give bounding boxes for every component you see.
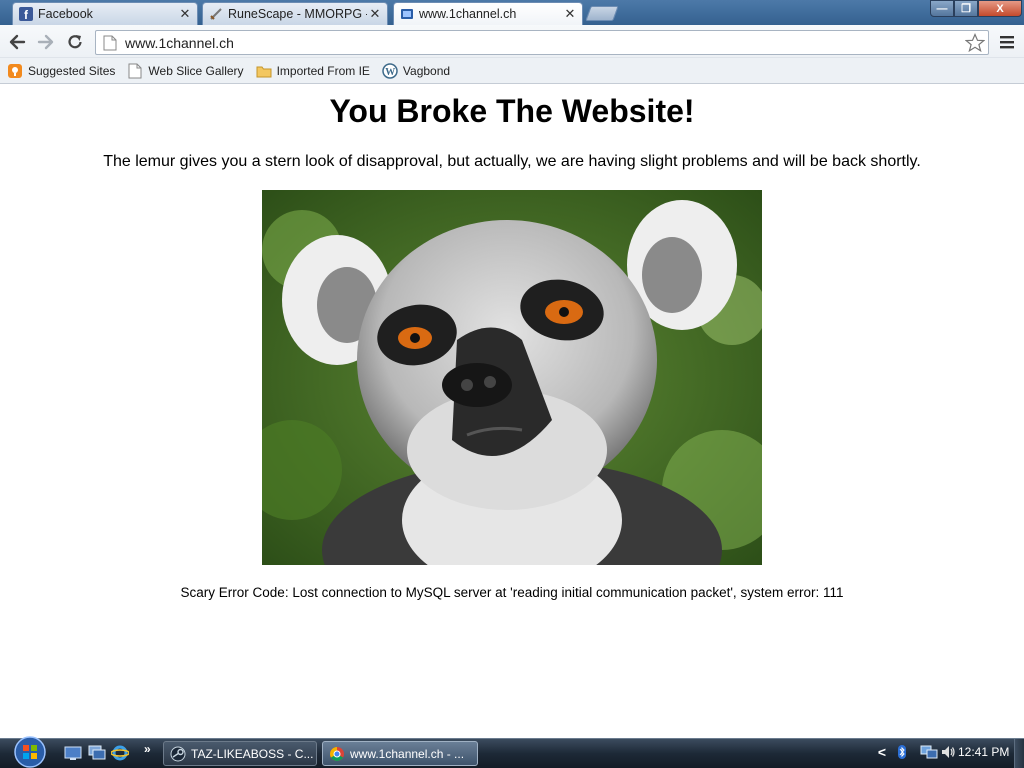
bookmark-imported-from-ie[interactable]: Imported From IE — [256, 63, 370, 79]
taskbar-item-label: www.1channel.ch - ... — [350, 746, 465, 761]
reload-button[interactable] — [65, 32, 85, 52]
maximize-button[interactable]: ❐ — [954, 0, 978, 17]
forward-arrow-icon — [37, 34, 54, 50]
bookmark-star-icon[interactable] — [964, 32, 986, 54]
page-subtitle: The lemur gives you a stern look of disa… — [103, 153, 921, 170]
tab-close-icon[interactable]: ✕ — [367, 6, 383, 22]
system-clock[interactable]: 12:41 PM — [958, 745, 1009, 759]
tray-expand-chevron-icon[interactable]: < — [876, 744, 888, 760]
volume-icon[interactable] — [940, 744, 956, 760]
address-text[interactable]: www.1channel.ch — [125, 35, 964, 51]
address-bar[interactable]: www.1channel.ch — [95, 30, 989, 55]
lemur-image — [262, 190, 762, 565]
wordpress-icon: W — [382, 62, 398, 79]
close-window-button[interactable]: X — [978, 0, 1022, 17]
network-icon[interactable] — [920, 744, 938, 760]
svg-text:W: W — [385, 67, 395, 78]
facebook-icon: f — [19, 7, 33, 21]
tab-close-icon[interactable]: ✕ — [177, 6, 193, 22]
menu-icon — [1000, 36, 1014, 49]
minimize-button[interactable]: — — [930, 0, 954, 17]
bookmark-vagbond[interactable]: W Vagbond — [382, 62, 451, 79]
sword-icon — [209, 7, 223, 21]
show-desktop-quicklaunch-icon[interactable] — [64, 745, 82, 761]
steam-icon — [170, 746, 186, 762]
back-arrow-icon — [9, 34, 26, 50]
tab-runescape[interactable]: RuneScape - MMORPG - T ✕ — [202, 2, 388, 25]
bluetooth-icon[interactable] — [896, 744, 908, 760]
taskbar-item-chrome[interactable]: www.1channel.ch - ... — [322, 741, 478, 766]
taskbar-item-steam[interactable]: TAZ-LIKEABOSS - C... — [163, 741, 317, 766]
tab-1channel[interactable]: www.1channel.ch ✕ — [393, 2, 583, 25]
taskbar — [0, 738, 1024, 768]
start-button[interactable] — [10, 735, 50, 768]
bookmarks-bar: Suggested Sites Web Slice Gallery Import… — [0, 58, 1024, 84]
page-title: You Broke The Website! — [329, 93, 695, 129]
folder-icon — [256, 63, 272, 79]
switch-windows-quicklaunch-icon[interactable] — [88, 745, 106, 761]
forward-button[interactable] — [36, 32, 56, 52]
suggested-sites-icon — [7, 63, 23, 79]
back-button[interactable] — [7, 32, 27, 52]
quicklaunch-more-chevron-icon[interactable]: » — [144, 742, 151, 756]
taskbar-item-label: TAZ-LIKEABOSS - C... — [191, 746, 314, 761]
chrome-icon — [329, 746, 345, 762]
bookmark-web-slice-gallery[interactable]: Web Slice Gallery — [127, 63, 244, 79]
internet-explorer-icon[interactable] — [110, 745, 130, 761]
bookmark-label: Suggested Sites — [28, 63, 116, 78]
tab-title: RuneScape - MMORPG - T — [228, 7, 367, 21]
error-code-text: Scary Error Code: Lost connection to MyS… — [180, 585, 844, 600]
bookmark-label: Vagbond — [402, 63, 451, 78]
bookmark-suggested-sites[interactable]: Suggested Sites — [7, 63, 115, 79]
show-desktop-button[interactable] — [1014, 739, 1024, 768]
bookmark-label: Imported From IE — [276, 63, 370, 78]
page-content: You Broke The Website! The lemur gives y… — [0, 85, 1024, 738]
tab-close-icon[interactable]: ✕ — [562, 6, 578, 22]
bookmark-label: Web Slice Gallery — [148, 63, 244, 78]
reload-icon — [68, 35, 82, 49]
tab-facebook[interactable]: f Facebook ✕ — [12, 2, 198, 25]
tab-title: Facebook — [38, 7, 93, 21]
new-tab-button[interactable] — [585, 6, 619, 21]
chrome-menu-button[interactable] — [998, 33, 1016, 51]
tab-title: www.1channel.ch — [419, 7, 517, 21]
page-icon — [127, 63, 143, 79]
page-icon — [103, 35, 117, 51]
windows-logo-icon — [14, 736, 46, 768]
film-icon — [400, 7, 414, 21]
